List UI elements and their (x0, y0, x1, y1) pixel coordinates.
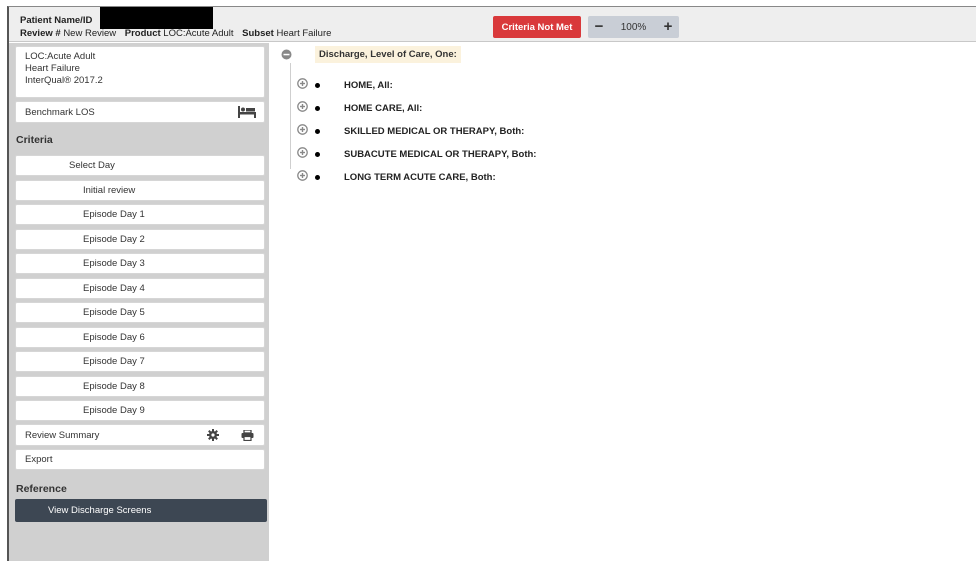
criteria-heading: Criteria (16, 134, 53, 146)
day-item-episode-3[interactable]: Episode Day 3 (15, 253, 265, 274)
bullet-icon (315, 82, 320, 88)
app-frame: Patient Name/ID Review # New Review Prod… (7, 6, 976, 561)
view-discharge-screens-button[interactable]: View Discharge Screens (15, 499, 267, 522)
zoom-in-button[interactable]: + (657, 17, 679, 37)
benchmark-los-label: Benchmark LOS (25, 106, 95, 118)
version-line: InterQual® 2017.2 (25, 75, 103, 86)
bullet-icon (315, 128, 320, 134)
tree-item-label[interactable]: HOME CARE, All: (344, 103, 422, 114)
tree-item: SKILLED MEDICAL OR THERAPY, Both: (297, 124, 524, 138)
zoom-control: − 100% + (588, 16, 679, 38)
bullet-icon (315, 151, 320, 157)
zoom-level: 100% (620, 21, 647, 33)
day-item-episode-2[interactable]: Episode Day 2 (15, 229, 265, 250)
day-item-initial-review[interactable]: Initial review (15, 180, 265, 201)
subset-line: Heart Failure (25, 63, 80, 74)
tree-item: HOME, All: (297, 78, 393, 92)
bullet-icon (315, 174, 320, 180)
day-item-episode-7[interactable]: Episode Day 7 (15, 351, 265, 372)
tree-item-label[interactable]: SUBACUTE MEDICAL OR THERAPY, Both: (344, 149, 536, 160)
day-item-episode-8[interactable]: Episode Day 8 (15, 376, 265, 397)
tree-root-label: Discharge, Level of Care, One: (315, 46, 461, 63)
collapse-icon[interactable] (281, 49, 292, 63)
gear-icon[interactable] (207, 429, 219, 444)
review-header: Patient Name/ID Review # New Review Prod… (9, 7, 976, 42)
tree-item: LONG TERM ACUTE CARE, Both: (297, 170, 496, 184)
product-label: Product (124, 28, 161, 39)
day-item-episode-1[interactable]: Episode Day 1 (15, 204, 265, 225)
tree-item-label[interactable]: HOME, All: (344, 80, 393, 91)
tree-item: HOME CARE, All: (297, 101, 422, 115)
day-item-episode-5[interactable]: Episode Day 5 (15, 302, 265, 323)
day-item-episode-4[interactable]: Episode Day 4 (15, 278, 265, 299)
tree-item: SUBACUTE MEDICAL OR THERAPY, Both: (297, 147, 536, 161)
criteria-status-button[interactable]: Criteria Not Met (493, 16, 581, 38)
product-value: LOC:Acute Adult (163, 28, 234, 39)
loc-line: LOC:Acute Adult (25, 51, 96, 62)
tree-root: Discharge, Level of Care, One: (281, 46, 461, 63)
bed-icon (238, 106, 256, 121)
expand-icon[interactable] (297, 170, 308, 184)
review-value: New Review (63, 28, 117, 39)
day-item-episode-6[interactable]: Episode Day 6 (15, 327, 265, 348)
select-day-item[interactable]: Select Day (15, 155, 265, 176)
subset-value: Heart Failure (276, 28, 332, 39)
patient-name-label: Patient Name/ID (20, 15, 93, 26)
benchmark-los-button[interactable]: Benchmark LOS (15, 101, 265, 123)
day-item-episode-9[interactable]: Episode Day 9 (15, 400, 265, 421)
review-label: Review # (20, 28, 61, 39)
redacted-patient-id (100, 7, 213, 29)
expand-icon[interactable] (297, 101, 308, 115)
product-info-box: LOC:Acute Adult Heart Failure InterQual®… (15, 46, 265, 98)
export-button[interactable]: Export (15, 449, 265, 470)
zoom-out-button[interactable]: − (588, 17, 610, 37)
tree-item-label[interactable]: LONG TERM ACUTE CARE, Both: (344, 172, 496, 183)
tree-item-label[interactable]: SKILLED MEDICAL OR THERAPY, Both: (344, 126, 524, 137)
review-summary-label: Review Summary (25, 429, 100, 441)
printer-icon[interactable] (241, 429, 254, 444)
review-summary-button[interactable]: Review Summary (15, 424, 265, 446)
expand-icon[interactable] (297, 78, 308, 92)
bullet-icon (315, 105, 320, 111)
expand-icon[interactable] (297, 124, 308, 138)
sidebar: LOC:Acute Adult Heart Failure InterQual®… (9, 43, 269, 561)
review-info-line: Review # New Review Product LOC:Acute Ad… (20, 28, 331, 39)
tree-branch-line (290, 63, 291, 169)
expand-icon[interactable] (297, 147, 308, 161)
subset-label: Subset (242, 28, 274, 39)
reference-heading: Reference (16, 483, 67, 495)
